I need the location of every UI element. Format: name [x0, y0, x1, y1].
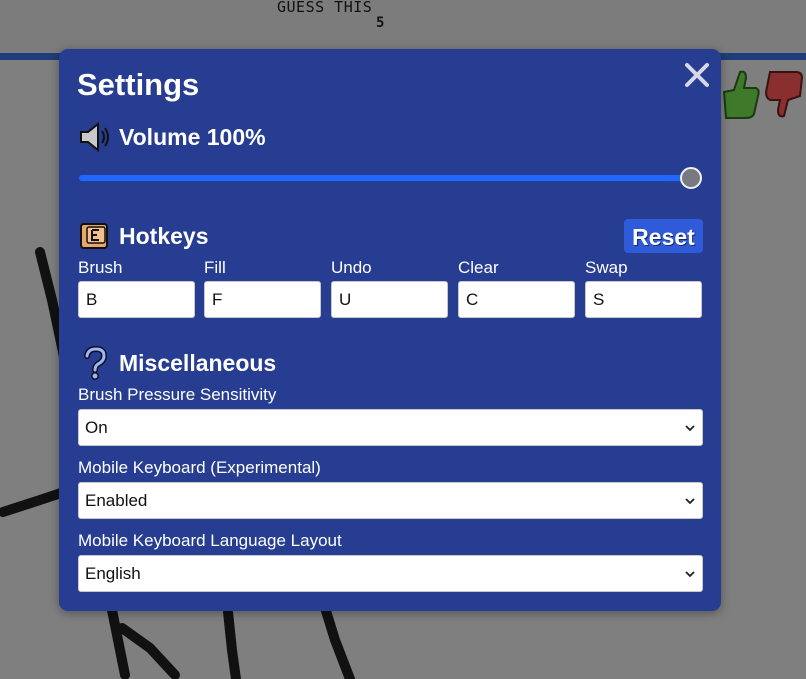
hotkey-input-undo[interactable]	[331, 281, 448, 318]
chevron-down-icon	[685, 571, 695, 578]
question-mark-icon	[84, 346, 108, 380]
misc-title: Miscellaneous	[119, 349, 277, 376]
chevron-down-icon	[685, 498, 695, 505]
mobile-keyboard-select[interactable]: Enabled	[78, 482, 703, 519]
hotkey-fill: Fill	[204, 256, 321, 318]
hotkey-swap: Swap	[585, 256, 702, 318]
hotkey-brush: Brush	[78, 256, 195, 318]
settings-dialog: Settings Volume 100% Hotkeys Reset Brush…	[59, 49, 721, 611]
select-value: English	[85, 564, 141, 583]
mobile-keyboard-label: Mobile Keyboard (Experimental)	[78, 458, 321, 477]
thumbs-down-icon[interactable]	[764, 66, 806, 122]
volume-slider[interactable]	[79, 167, 705, 191]
speaker-icon	[80, 121, 109, 153]
misc-header: Miscellaneous	[78, 346, 276, 380]
keyboard-key-icon	[80, 223, 108, 249]
volume-header: Volume 100%	[78, 120, 266, 154]
reset-hotkeys-button[interactable]: Reset	[624, 219, 703, 253]
pressure-sensitivity-label: Brush Pressure Sensitivity	[78, 385, 277, 404]
hotkey-input-swap[interactable]	[585, 281, 702, 318]
hotkey-input-clear[interactable]	[458, 281, 575, 318]
close-icon[interactable]	[683, 61, 711, 89]
hotkey-label: Swap	[585, 258, 628, 277]
dialog-title: Settings	[77, 67, 200, 102]
keyboard-layout-label: Mobile Keyboard Language Layout	[78, 531, 342, 550]
select-value: On	[85, 418, 108, 437]
keyboard-layout-select[interactable]: English	[78, 555, 703, 592]
hotkey-input-fill[interactable]	[204, 281, 321, 318]
hotkey-label: Clear	[458, 258, 499, 277]
chevron-down-icon	[685, 425, 695, 432]
thumbs-up-icon[interactable]	[716, 66, 760, 122]
hotkey-input-brush[interactable]	[78, 281, 195, 318]
hotkey-label: Undo	[331, 258, 372, 277]
slider-thumb[interactable]	[680, 167, 702, 189]
hotkey-undo: Undo	[331, 256, 448, 318]
hotkeys-header: Hotkeys	[78, 219, 208, 253]
select-value: Enabled	[85, 491, 148, 510]
pressure-sensitivity-select[interactable]: On	[78, 409, 703, 446]
hotkey-clear: Clear	[458, 256, 575, 318]
hotkeys-title: Hotkeys	[119, 222, 209, 249]
hotkey-label: Brush	[78, 258, 123, 277]
volume-label: Volume 100%	[119, 123, 266, 150]
hotkey-label: Fill	[204, 258, 226, 277]
slider-fill	[79, 175, 691, 181]
